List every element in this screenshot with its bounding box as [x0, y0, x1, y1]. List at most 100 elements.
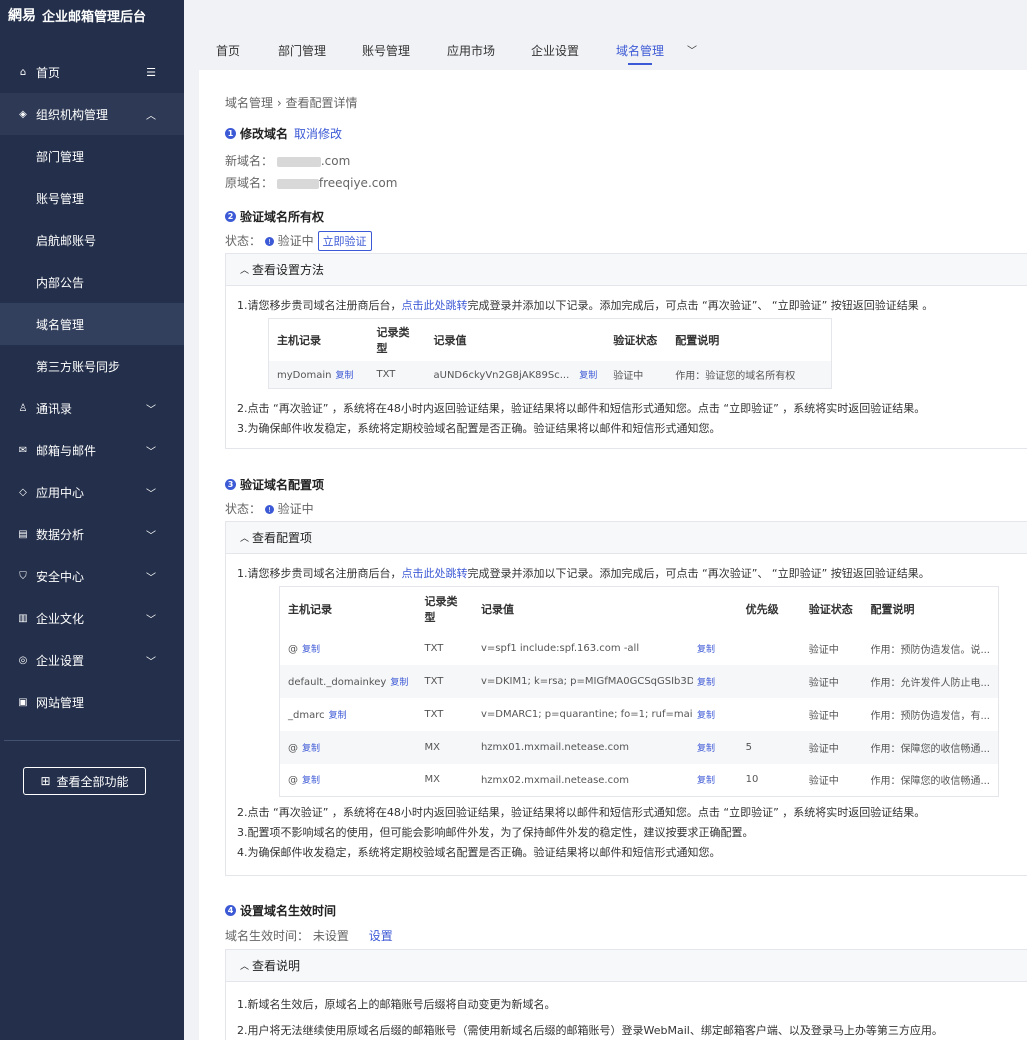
chevron-down-icon: ﹀: [146, 656, 156, 668]
table-header-row: 主机记录 记录类型 记录值 优先级 验证状态 配置说明: [279, 586, 999, 632]
desc-cell: 作用：保障您的收信畅通...: [870, 776, 990, 788]
value-cell: v=spf1 include:spf.163.com -all 复制: [473, 632, 738, 665]
step2-title: 2 验证域名所有权: [225, 208, 324, 225]
tab-enterprise-settings[interactable]: 企业设置: [531, 42, 579, 59]
app-icon: ◇: [19, 486, 27, 498]
copy-button[interactable]: 复制: [329, 711, 347, 721]
effective-time-value: 未设置: [312, 929, 349, 943]
sidebar-item-label: 首页: [36, 65, 61, 80]
desc-cell: 作用：验证您的域名所有权: [667, 360, 832, 389]
step2-heading: 验证域名所有权: [240, 210, 325, 224]
breadcrumb: 域名管理 › 查看配置详情: [225, 94, 358, 111]
sidebar-item-settings[interactable]: ◎ 企业设置 ﹀: [0, 639, 184, 681]
cancel-modify-link[interactable]: 取消修改: [294, 125, 342, 142]
step3-title: 3 验证域名配置项: [225, 476, 324, 493]
verify-now-button[interactable]: 立即验证: [317, 231, 372, 251]
sidebar-item-departments[interactable]: 部门管理: [0, 135, 184, 177]
copy-button[interactable]: 复制: [697, 678, 715, 688]
copy-button[interactable]: 复制: [390, 678, 408, 688]
copy-button[interactable]: 复制: [697, 776, 715, 786]
host-value: @: [288, 643, 298, 655]
instruction-note: 3.配置项不影响域名的使用，但可能会影响邮件外发，为了保持邮件外发的稳定性，建议…: [237, 826, 754, 839]
collapse-menu-icon[interactable]: ☰: [146, 66, 156, 79]
host-cell: @ 复制: [280, 764, 417, 797]
panel-toggle[interactable]: ︿ 查看说明: [226, 950, 1027, 982]
copy-button[interactable]: 复制: [579, 371, 597, 381]
sidebar-item-website[interactable]: ▣ 网站管理: [0, 681, 184, 723]
instruction-note: 2.点击 “再次验证” ，系统将在48小时内返回验证结果，验证结果将以邮件和短信…: [237, 402, 926, 415]
value-cell: v=DKIM1; k=rsa; p=MIGfMA0GCSqGSIb3DQEB..…: [472, 664, 738, 698]
value-cell: hzmx01.mxmail.netease.com 复制: [472, 730, 738, 764]
chevron-up-icon: ︿: [146, 110, 156, 122]
record-value: v=spf1 include:spf.163.com -all: [480, 643, 640, 654]
table-row: @ 复制 MX hzmx02.mxmail.netease.com 复制 10 验证…: [280, 764, 999, 797]
sidebar-item-contacts[interactable]: ♙ 通讯录 ﹀: [0, 387, 184, 429]
copy-button[interactable]: 复制: [302, 645, 320, 655]
desc-cell: 作用：预防伪造发信，有...: [870, 710, 990, 722]
effective-time-row: 域名生效时间： 未设置 设置: [225, 927, 393, 944]
step1-title: 1 修改域名 取消修改: [225, 125, 342, 142]
priority-cell: 5: [737, 730, 801, 764]
panel-title: 查看配置项: [252, 531, 313, 545]
tab-domains[interactable]: 域名管理: [616, 42, 664, 65]
column-header: 主机记录: [279, 586, 417, 632]
tab-app-market[interactable]: 应用市场: [447, 42, 495, 59]
copy-button[interactable]: 复制: [697, 645, 715, 655]
sidebar: 網易 企业邮箱管理后台 ⌂ 首页 ☰ ◈ 组织机构管理 ︿ 部门管理 账号管理 …: [0, 0, 184, 1040]
sidebar-item-security[interactable]: ⛉ 安全中心 ﹀: [0, 555, 184, 597]
priority-cell: [738, 632, 801, 665]
copy-button[interactable]: 复制: [697, 744, 715, 754]
sidebar-item-label: 组织机构管理: [36, 107, 109, 122]
tab-home[interactable]: 首页: [216, 42, 240, 59]
set-effective-time-link[interactable]: 设置: [369, 929, 393, 943]
more-tabs-chevron-icon[interactable]: ﹀: [687, 42, 697, 57]
chevron-up-icon: ︿: [240, 534, 250, 544]
registrar-jump-link[interactable]: 点击此处跳转: [402, 299, 468, 312]
sidebar-item-org[interactable]: ◈ 组织机构管理 ︿: [0, 93, 184, 135]
column-header: 记录值: [425, 318, 606, 361]
status-value: 验证中: [277, 234, 314, 248]
registrar-jump-link[interactable]: 点击此处跳转: [402, 567, 468, 580]
sidebar-item-label: 数据分析: [36, 527, 85, 542]
view-all-features-button[interactable]: ⊞ 查看全部功能: [23, 767, 146, 795]
org-icon: ◈: [19, 108, 27, 120]
sidebar-item-accounts[interactable]: 账号管理: [0, 177, 184, 219]
host-cell: myDomain 复制: [268, 360, 369, 389]
panel-toggle[interactable]: ︿ 查看配置项: [226, 522, 1027, 554]
sidebar-item-home[interactable]: ⌂ 首页 ☰: [0, 51, 184, 93]
sidebar-item-announcements[interactable]: 内部公告: [0, 261, 184, 303]
table-row: myDomain 复制 TXT aUND6ckyVn2G8jAK89Sc... 复制…: [268, 360, 832, 389]
host-value: _dmarc: [288, 709, 325, 721]
copy-button[interactable]: 复制: [335, 371, 353, 381]
value-cell: hzmx02.mxmail.netease.com 复制: [473, 764, 738, 797]
sidebar-item-third-party-sync[interactable]: 第三方账号同步: [0, 345, 184, 387]
tab-departments[interactable]: 部门管理: [278, 42, 326, 59]
sidebar-item-apps[interactable]: ◇ 应用中心 ﹀: [0, 471, 184, 513]
panel-title: 查看设置方法: [252, 263, 325, 277]
instruction-note: 1.新域名生效后，原域名上的邮箱账号后缀将自动变更为新域名。: [237, 998, 556, 1011]
old-domain-row: 原域名： freeqiye.com: [225, 174, 397, 191]
sidebar-item-qihang[interactable]: 启航邮账号: [0, 219, 184, 261]
panel-toggle[interactable]: ︿ 查看设置方法: [226, 254, 1027, 286]
tab-accounts[interactable]: 账号管理: [362, 42, 410, 59]
copy-button[interactable]: 复制: [697, 711, 715, 721]
column-header: 优先级: [737, 586, 801, 632]
host-cell: @ 复制: [279, 730, 417, 764]
breadcrumb-root[interactable]: 域名管理: [225, 96, 273, 110]
sidebar-item-culture[interactable]: ▥ 企业文化 ﹀: [0, 597, 184, 639]
sidebar-item-domains[interactable]: 域名管理: [0, 303, 184, 345]
copy-button[interactable]: 复制: [302, 744, 320, 754]
chevron-up-icon: ︿: [240, 962, 250, 972]
contacts-icon: ♙: [18, 402, 28, 414]
instruction-note: 2.点击 “再次验证” ，系统将在48小时内返回验证结果，验证结果将以邮件和短信…: [237, 806, 926, 819]
record-value: v=DMARC1; p=quarantine; fo=1; ruf=mailto…: [480, 709, 693, 720]
copy-button[interactable]: 复制: [302, 776, 320, 786]
type-cell: TXT: [368, 360, 426, 389]
sidebar-item-mail[interactable]: ✉ 邮箱与邮件 ﹀: [0, 429, 184, 471]
sidebar-item-label: 第三方账号同步: [36, 359, 121, 374]
column-header: 验证状态: [605, 318, 668, 361]
note-text: 完成登录并添加以下记录。添加完成后，可点击 “再次验证”、 “立即验证” 按钮返…: [467, 567, 930, 580]
host-value: @: [288, 742, 298, 754]
sidebar-item-analytics[interactable]: ▤ 数据分析 ﹀: [0, 513, 184, 555]
note-text: 完成登录并添加以下记录。添加完成后，可点击 “再次验证”、 “立即验证” 按钮返…: [467, 299, 934, 312]
